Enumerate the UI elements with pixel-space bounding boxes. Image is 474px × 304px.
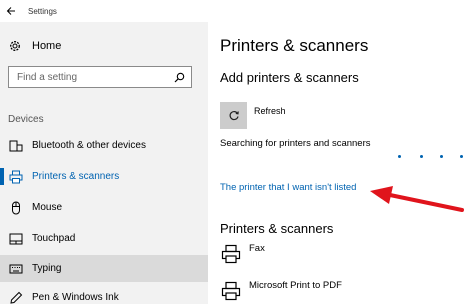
printer-not-listed-link[interactable]: The printer that I want isn't listed xyxy=(220,182,356,193)
bluetooth-icon xyxy=(8,138,24,154)
refresh-label: Refresh xyxy=(254,106,286,116)
sidebar-item-typing[interactable]: Typing xyxy=(0,255,208,282)
sidebar-item-label: Printers & scanners xyxy=(32,171,120,182)
searching-status: Searching for printers and scanners xyxy=(220,138,371,149)
sidebar-item-printers[interactable]: Printers & scanners xyxy=(0,163,208,190)
refresh-icon xyxy=(220,102,247,129)
printer-item-fax[interactable]: Fax xyxy=(220,243,265,265)
printer-icon xyxy=(8,169,24,185)
sidebar-item-label: Typing xyxy=(32,263,62,274)
fax-icon xyxy=(220,243,242,265)
printers-list-heading: Printers & scanners xyxy=(220,221,334,236)
touchpad-icon xyxy=(8,231,24,247)
printer-item-pdf[interactable]: Microsoft Print to PDF xyxy=(220,280,342,302)
sidebar-item-label: Mouse xyxy=(32,202,63,213)
keyboard-icon xyxy=(8,261,24,277)
gear-icon xyxy=(10,41,20,51)
search-icon[interactable] xyxy=(167,72,191,83)
sidebar-item-touchpad[interactable]: Touchpad xyxy=(0,225,208,252)
sidebar: Home Devices Bluetooth & other devices xyxy=(0,22,208,304)
window-title: Settings xyxy=(28,6,57,16)
refresh-button[interactable]: Refresh xyxy=(220,102,286,129)
add-printers-heading: Add printers & scanners xyxy=(220,70,359,85)
sidebar-item-label: Bluetooth & other devices xyxy=(32,140,146,151)
sidebar-item-bluetooth[interactable]: Bluetooth & other devices xyxy=(0,132,208,159)
pdf-printer-icon xyxy=(220,280,242,302)
page-title: Printers & scanners xyxy=(220,36,369,55)
progress-dots xyxy=(398,155,474,159)
sidebar-item-mouse[interactable]: Mouse xyxy=(0,194,208,221)
sidebar-item-label: Touchpad xyxy=(32,233,76,244)
main-content: Printers & scanners Add printers & scann… xyxy=(208,0,474,304)
search-input[interactable] xyxy=(17,71,167,83)
mouse-icon xyxy=(8,200,24,216)
nav-home-label: Home xyxy=(32,40,62,52)
sidebar-item-label: Pen & Windows Ink xyxy=(32,292,119,303)
printer-name: Microsoft Print to PDF xyxy=(249,280,342,291)
back-button[interactable] xyxy=(0,0,22,22)
nav-home[interactable]: Home xyxy=(8,38,61,54)
section-label-devices: Devices xyxy=(8,114,44,125)
printer-name: Fax xyxy=(249,243,265,254)
search-box[interactable] xyxy=(8,66,192,88)
pen-icon xyxy=(8,290,24,304)
sidebar-item-pen[interactable]: Pen & Windows Ink xyxy=(0,284,208,304)
back-arrow-icon xyxy=(6,7,15,15)
